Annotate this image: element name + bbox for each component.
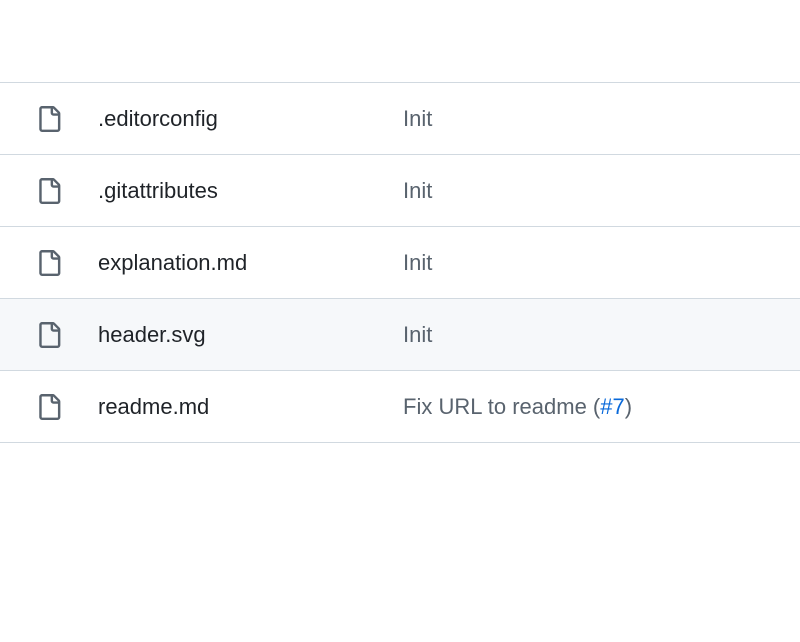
file-link[interactable]: readme.md — [98, 394, 209, 419]
file-icon — [36, 322, 98, 348]
commit-link[interactable]: Init — [403, 322, 432, 347]
file-name-cell: readme.md — [98, 394, 403, 420]
file-row[interactable]: explanation.md Init — [0, 227, 800, 299]
file-name-cell: .editorconfig — [98, 106, 403, 132]
commit-message-cell: Init — [403, 250, 776, 276]
file-row[interactable]: .gitattributes Init — [0, 155, 800, 227]
commit-message-cell: Init — [403, 322, 776, 348]
commit-link[interactable]: Init — [403, 106, 432, 131]
file-link[interactable]: .editorconfig — [98, 106, 218, 131]
file-row[interactable]: .editorconfig Init — [0, 83, 800, 155]
file-name-cell: header.svg — [98, 322, 403, 348]
commit-message-cell: Init — [403, 178, 776, 204]
commit-link[interactable]: Init — [403, 250, 432, 275]
file-icon — [36, 250, 98, 276]
commit-link[interactable]: Init — [403, 178, 432, 203]
file-row[interactable]: readme.md Fix URL to readme (#7) — [0, 371, 800, 443]
file-name-cell: .gitattributes — [98, 178, 403, 204]
file-list: .editorconfig Init .gitattributes Init e… — [0, 82, 800, 443]
file-icon — [36, 106, 98, 132]
file-icon — [36, 178, 98, 204]
file-link[interactable]: explanation.md — [98, 250, 247, 275]
file-link[interactable]: .gitattributes — [98, 178, 218, 203]
commit-message-cell: Fix URL to readme (#7) — [403, 394, 776, 420]
commit-message-cell: Init — [403, 106, 776, 132]
file-link[interactable]: header.svg — [98, 322, 206, 347]
file-name-cell: explanation.md — [98, 250, 403, 276]
file-row[interactable]: header.svg Init — [0, 299, 800, 371]
issue-link[interactable]: #7 — [600, 394, 624, 419]
commit-link[interactable]: Fix URL to readme (#7) — [403, 394, 632, 419]
file-icon — [36, 394, 98, 420]
